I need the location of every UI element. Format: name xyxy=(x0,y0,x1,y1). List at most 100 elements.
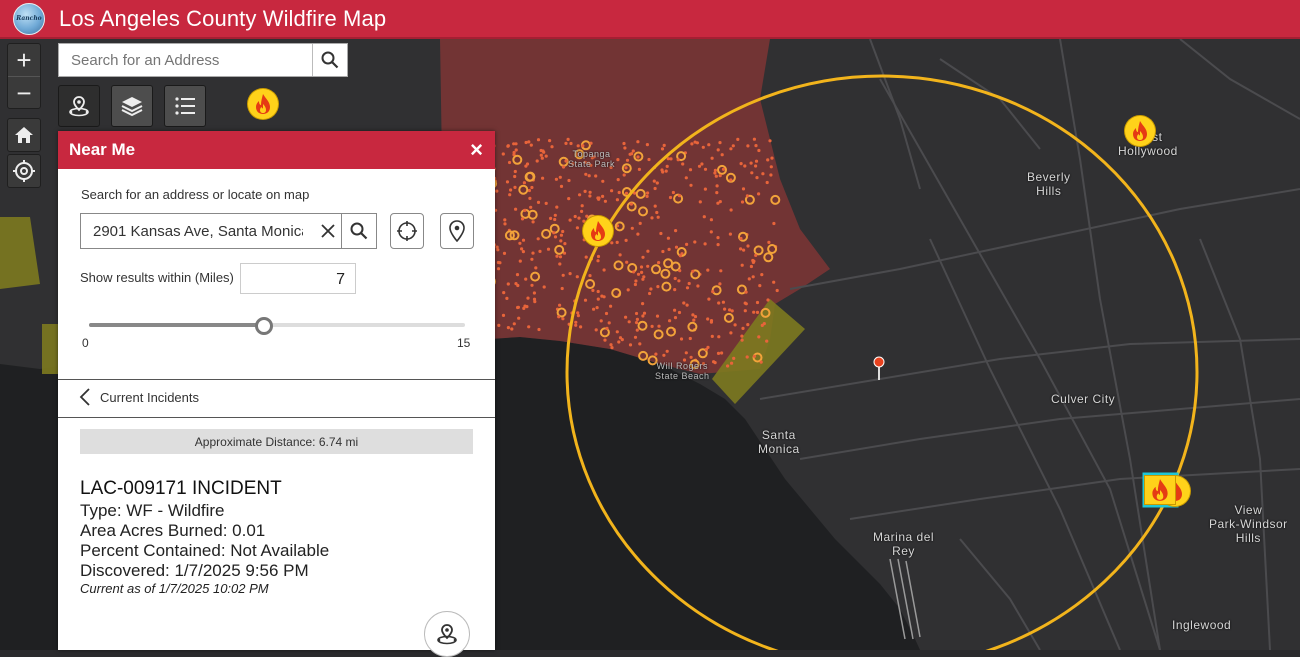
fire-detection-dot xyxy=(592,307,596,311)
fire-detection-dot xyxy=(696,284,700,288)
zoom-to-incident-button[interactable] xyxy=(424,611,470,657)
fire-detection-dot xyxy=(625,158,630,162)
address-search xyxy=(58,43,348,77)
fire-detection-dot xyxy=(653,204,657,208)
fire-incident-marker[interactable] xyxy=(248,89,278,119)
fire-detection-dot xyxy=(645,143,650,147)
fire-detection-dot xyxy=(751,275,755,279)
fire-detection-dot xyxy=(642,311,647,315)
near-me-panel: Near Me × Search for an address or locat… xyxy=(58,131,495,657)
fire-detection-dot xyxy=(558,303,562,307)
fire-detection-dot xyxy=(553,213,557,217)
fire-detection-dot xyxy=(707,143,711,147)
fire-detection-dot xyxy=(742,248,746,252)
back-to-incidents-button[interactable]: Current Incidents xyxy=(78,387,199,407)
fire-detection-dot xyxy=(679,337,684,341)
fire-detection-dot xyxy=(583,189,587,193)
fire-detection-dot xyxy=(558,255,563,259)
fire-detection-dot xyxy=(536,237,540,241)
close-panel-button[interactable]: × xyxy=(470,137,483,163)
zoom-out-button[interactable]: − xyxy=(8,77,40,109)
fire-detection-dot xyxy=(514,148,518,152)
fire-detection-dot xyxy=(512,322,516,326)
fire-detection-dot xyxy=(601,179,605,183)
locate-me-button[interactable] xyxy=(390,213,424,249)
incident-title: LAC-009171 INCIDENT xyxy=(80,478,282,499)
fire-detection-dot xyxy=(518,241,522,245)
fire-detection-dot xyxy=(505,180,510,184)
county-logo: Rancho xyxy=(13,2,45,35)
fire-detection-dot xyxy=(625,260,629,264)
pick-on-map-button[interactable] xyxy=(440,213,474,249)
fire-detection-dot xyxy=(561,229,565,234)
fire-detection-dot xyxy=(710,334,714,338)
fire-detection-dot xyxy=(580,204,584,208)
incident-acres: Area Acres Burned: 0.01 xyxy=(80,521,266,540)
evacuation-zone-small[interactable] xyxy=(42,324,58,374)
fire-detection-dot xyxy=(525,162,530,166)
fire-detection-dot xyxy=(653,186,657,191)
fire-detection-dot xyxy=(514,207,518,211)
fire-detection-dot xyxy=(674,229,678,233)
fire-detection-dot xyxy=(536,138,541,142)
fire-detection-dot xyxy=(534,266,538,270)
fire-detection-dot xyxy=(515,273,520,277)
fire-detection-dot xyxy=(656,215,660,219)
address-search-submit[interactable] xyxy=(341,214,376,248)
fire-detection-dot xyxy=(641,255,645,259)
address-search-button[interactable] xyxy=(312,44,347,76)
fire-detection-dot xyxy=(561,317,565,321)
locate-button[interactable] xyxy=(7,154,41,188)
fire-detection-dot xyxy=(631,149,635,153)
clear-address-button[interactable] xyxy=(315,223,341,239)
address-search-input[interactable] xyxy=(59,44,312,76)
fire-detection-dot xyxy=(503,222,507,226)
fire-detection-dot xyxy=(579,325,583,329)
fire-detection-dot xyxy=(622,173,626,177)
fire-detection-dot xyxy=(676,158,680,162)
fire-incident-marker[interactable] xyxy=(583,216,613,246)
zoom-in-button[interactable]: + xyxy=(8,44,40,77)
fire-detection-dot xyxy=(721,167,726,171)
miles-input[interactable]: 7 xyxy=(240,263,356,294)
fire-detection-dot xyxy=(633,282,638,287)
fire-detection-dot xyxy=(664,169,668,173)
fire-detection-dot xyxy=(532,291,537,295)
near-me-tool-button[interactable] xyxy=(58,85,100,127)
fire-detection-dot xyxy=(609,343,613,347)
fire-incident-marker[interactable] xyxy=(1125,116,1155,146)
fire-detection-dot xyxy=(550,145,554,149)
fire-detection-dot xyxy=(552,231,556,235)
fire-detection-dot xyxy=(517,316,521,320)
fire-detection-dot xyxy=(745,194,750,198)
address-input[interactable] xyxy=(81,222,315,240)
fire-detection-dot xyxy=(573,214,577,219)
app-header: Rancho Los Angeles County Wildfire Map xyxy=(0,0,1300,39)
fire-detection-dot xyxy=(576,311,580,315)
fire-detection-dot xyxy=(682,301,686,305)
slider-handle[interactable] xyxy=(255,317,274,335)
fire-detection-dot xyxy=(584,255,588,259)
fire-detection-dot xyxy=(646,264,650,268)
fire-detection-dot xyxy=(740,200,745,204)
layers-tool-button[interactable] xyxy=(111,85,153,127)
fire-detection-dot xyxy=(502,251,507,255)
fire-detection-dot xyxy=(559,233,564,237)
slider-fill xyxy=(89,323,265,327)
fire-detection-dot xyxy=(755,300,760,305)
fire-detection-dot xyxy=(690,142,694,146)
fire-detection-dot xyxy=(516,305,521,309)
legend-tool-button[interactable] xyxy=(164,85,206,127)
fire-detection-dot xyxy=(617,340,621,344)
home-button[interactable] xyxy=(7,118,41,152)
fire-detection-dot xyxy=(716,243,720,247)
layers-icon xyxy=(121,97,143,117)
fire-detection-dot xyxy=(726,364,730,368)
fire-incident-marker-selected[interactable] xyxy=(1145,476,1175,504)
fire-detection-dot xyxy=(702,215,706,219)
fire-detection-dot xyxy=(673,276,677,281)
fire-detection-dot xyxy=(739,247,743,251)
fire-detection-dot xyxy=(755,310,760,314)
distance-slider[interactable] xyxy=(89,317,465,335)
fire-detection-dot xyxy=(704,347,709,352)
